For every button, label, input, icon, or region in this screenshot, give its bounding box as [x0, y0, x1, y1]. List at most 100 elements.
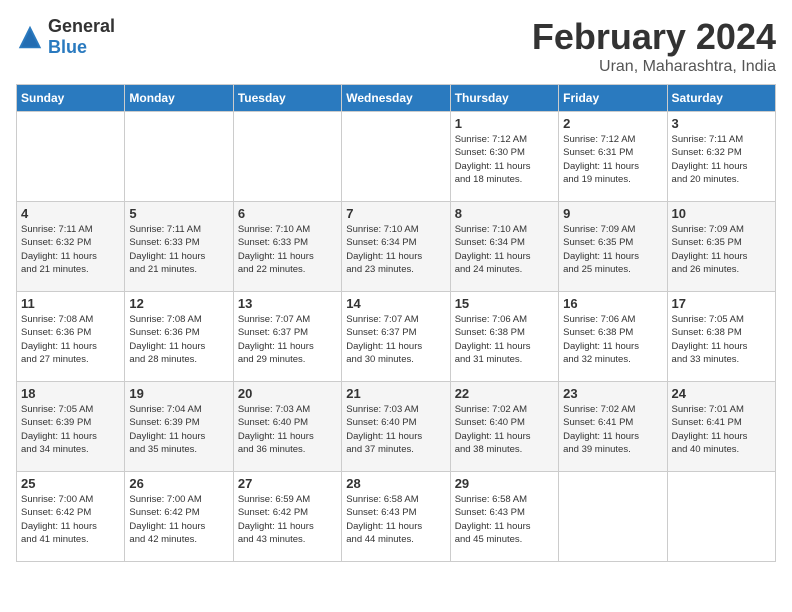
day-number: 29 [455, 476, 554, 491]
day-info: Sunrise: 6:58 AMSunset: 6:43 PMDaylight:… [346, 493, 445, 546]
calendar-cell: 25 Sunrise: 7:00 AMSunset: 6:42 PMDayligh… [17, 472, 125, 562]
day-number: 5 [129, 206, 228, 221]
day-info: Sunrise: 7:10 AMSunset: 6:34 PMDaylight:… [455, 223, 554, 276]
location-title: Uran, Maharashtra, India [532, 58, 776, 76]
day-info: Sunrise: 7:11 AMSunset: 6:32 PMDaylight:… [672, 133, 771, 186]
day-info: Sunrise: 7:06 AMSunset: 6:38 PMDaylight:… [455, 313, 554, 366]
day-info: Sunrise: 7:09 AMSunset: 6:35 PMDaylight:… [672, 223, 771, 276]
calendar-cell: 16Sunrise: 7:06 AMSunset: 6:38 PMDayligh… [559, 292, 667, 382]
calendar-cell: 7 Sunrise: 7:10 AMSunset: 6:34 PMDaylight… [342, 202, 450, 292]
calendar-week-3: 18Sunrise: 7:05 AMSunset: 6:39 PMDayligh… [17, 382, 776, 472]
calendar-cell: 14 Sunrise: 7:07 AMSunset: 6:37 PMDayligh… [342, 292, 450, 382]
day-info: Sunrise: 7:08 AMSunset: 6:36 PMDaylight:… [21, 313, 120, 366]
month-title: February 2024 [532, 16, 776, 58]
calendar-cell: 18Sunrise: 7:05 AMSunset: 6:39 PMDayligh… [17, 382, 125, 472]
weekday-header-saturday: Saturday [667, 85, 775, 112]
logo-blue: Blue [48, 37, 87, 57]
calendar-cell: 6 Sunrise: 7:10 AMSunset: 6:33 PMDaylight… [233, 202, 341, 292]
day-number: 7 [346, 206, 445, 221]
calendar-cell: 2 Sunrise: 7:12 AMSunset: 6:31 PMDaylight… [559, 112, 667, 202]
logo-general: General [48, 16, 115, 36]
calendar-cell: 12Sunrise: 7:08 AMSunset: 6:36 PMDayligh… [125, 292, 233, 382]
day-number: 10 [672, 206, 771, 221]
day-number: 8 [455, 206, 554, 221]
weekday-header-monday: Monday [125, 85, 233, 112]
day-info: Sunrise: 7:04 AMSunset: 6:39 PMDaylight:… [129, 403, 228, 456]
calendar-cell [233, 112, 341, 202]
day-info: Sunrise: 7:03 AMSunset: 6:40 PMDaylight:… [238, 403, 337, 456]
day-number: 2 [563, 116, 662, 131]
calendar-cell: 22 Sunrise: 7:02 AMSunset: 6:40 PMDayligh… [450, 382, 558, 472]
day-info: Sunrise: 7:01 AMSunset: 6:41 PMDaylight:… [672, 403, 771, 456]
calendar-cell: 13Sunrise: 7:07 AMSunset: 6:37 PMDayligh… [233, 292, 341, 382]
calendar-cell: 21Sunrise: 7:03 AMSunset: 6:40 PMDayligh… [342, 382, 450, 472]
calendar-cell: 28 Sunrise: 6:58 AMSunset: 6:43 PMDayligh… [342, 472, 450, 562]
calendar-cell: 15 Sunrise: 7:06 AMSunset: 6:38 PMDayligh… [450, 292, 558, 382]
day-number: 6 [238, 206, 337, 221]
calendar-week-4: 25 Sunrise: 7:00 AMSunset: 6:42 PMDayligh… [17, 472, 776, 562]
calendar-cell: 4Sunrise: 7:11 AMSunset: 6:32 PMDaylight… [17, 202, 125, 292]
calendar-cell: 5 Sunrise: 7:11 AMSunset: 6:33 PMDaylight… [125, 202, 233, 292]
calendar-cell: 10 Sunrise: 7:09 AMSunset: 6:35 PMDayligh… [667, 202, 775, 292]
calendar-table: SundayMondayTuesdayWednesdayThursdayFrid… [16, 84, 776, 562]
calendar-week-0: 1Sunrise: 7:12 AMSunset: 6:30 PMDaylight… [17, 112, 776, 202]
day-info: Sunrise: 6:58 AMSunset: 6:43 PMDaylight:… [455, 493, 554, 546]
day-info: Sunrise: 7:10 AMSunset: 6:34 PMDaylight:… [346, 223, 445, 276]
day-info: Sunrise: 7:08 AMSunset: 6:36 PMDaylight:… [129, 313, 228, 366]
calendar-week-1: 4Sunrise: 7:11 AMSunset: 6:32 PMDaylight… [17, 202, 776, 292]
day-info: Sunrise: 7:12 AMSunset: 6:31 PMDaylight:… [563, 133, 662, 186]
day-number: 16 [563, 296, 662, 311]
weekday-header-thursday: Thursday [450, 85, 558, 112]
day-number: 13 [238, 296, 337, 311]
weekday-header-tuesday: Tuesday [233, 85, 341, 112]
day-number: 17 [672, 296, 771, 311]
day-info: Sunrise: 7:07 AMSunset: 6:37 PMDaylight:… [346, 313, 445, 366]
day-info: Sunrise: 7:05 AMSunset: 6:39 PMDaylight:… [21, 403, 120, 456]
calendar-cell [17, 112, 125, 202]
day-info: Sunrise: 7:02 AMSunset: 6:41 PMDaylight:… [563, 403, 662, 456]
calendar-cell [559, 472, 667, 562]
title-area: February 2024 Uran, Maharashtra, India [532, 16, 776, 76]
day-number: 28 [346, 476, 445, 491]
calendar-cell [125, 112, 233, 202]
calendar-cell [342, 112, 450, 202]
calendar-cell: 1Sunrise: 7:12 AMSunset: 6:30 PMDaylight… [450, 112, 558, 202]
day-number: 25 [21, 476, 120, 491]
day-info: Sunrise: 7:00 AMSunset: 6:42 PMDaylight:… [21, 493, 120, 546]
day-number: 11 [21, 296, 120, 311]
day-info: Sunrise: 7:12 AMSunset: 6:30 PMDaylight:… [455, 133, 554, 186]
day-info: Sunrise: 7:10 AMSunset: 6:33 PMDaylight:… [238, 223, 337, 276]
day-number: 14 [346, 296, 445, 311]
calendar-cell: 27Sunrise: 6:59 AMSunset: 6:42 PMDayligh… [233, 472, 341, 562]
calendar-cell: 11 Sunrise: 7:08 AMSunset: 6:36 PMDayligh… [17, 292, 125, 382]
day-number: 20 [238, 386, 337, 401]
day-number: 15 [455, 296, 554, 311]
weekday-header-friday: Friday [559, 85, 667, 112]
day-number: 22 [455, 386, 554, 401]
calendar-cell [667, 472, 775, 562]
day-number: 9 [563, 206, 662, 221]
calendar-cell: 23 Sunrise: 7:02 AMSunset: 6:41 PMDayligh… [559, 382, 667, 472]
day-number: 19 [129, 386, 228, 401]
day-info: Sunrise: 7:05 AMSunset: 6:38 PMDaylight:… [672, 313, 771, 366]
day-number: 26 [129, 476, 228, 491]
calendar-cell: 26 Sunrise: 7:00 AMSunset: 6:42 PMDayligh… [125, 472, 233, 562]
calendar-cell: 8 Sunrise: 7:10 AMSunset: 6:34 PMDaylight… [450, 202, 558, 292]
day-number: 23 [563, 386, 662, 401]
day-number: 24 [672, 386, 771, 401]
calendar-cell: 29 Sunrise: 6:58 AMSunset: 6:43 PMDayligh… [450, 472, 558, 562]
weekday-header-row: SundayMondayTuesdayWednesdayThursdayFrid… [17, 85, 776, 112]
logo-text: General Blue [48, 16, 115, 58]
calendar-cell: 24 Sunrise: 7:01 AMSunset: 6:41 PMDayligh… [667, 382, 775, 472]
weekday-header-wednesday: Wednesday [342, 85, 450, 112]
day-info: Sunrise: 7:11 AMSunset: 6:33 PMDaylight:… [129, 223, 228, 276]
page-header: General Blue February 2024 Uran, Maharas… [16, 16, 776, 76]
day-number: 3 [672, 116, 771, 131]
calendar-cell: 17 Sunrise: 7:05 AMSunset: 6:38 PMDayligh… [667, 292, 775, 382]
calendar-cell: 20 Sunrise: 7:03 AMSunset: 6:40 PMDayligh… [233, 382, 341, 472]
day-info: Sunrise: 6:59 AMSunset: 6:42 PMDaylight:… [238, 493, 337, 546]
calendar-cell: 19 Sunrise: 7:04 AMSunset: 6:39 PMDayligh… [125, 382, 233, 472]
calendar-cell: 3 Sunrise: 7:11 AMSunset: 6:32 PMDaylight… [667, 112, 775, 202]
day-info: Sunrise: 7:02 AMSunset: 6:40 PMDaylight:… [455, 403, 554, 456]
day-info: Sunrise: 7:00 AMSunset: 6:42 PMDaylight:… [129, 493, 228, 546]
